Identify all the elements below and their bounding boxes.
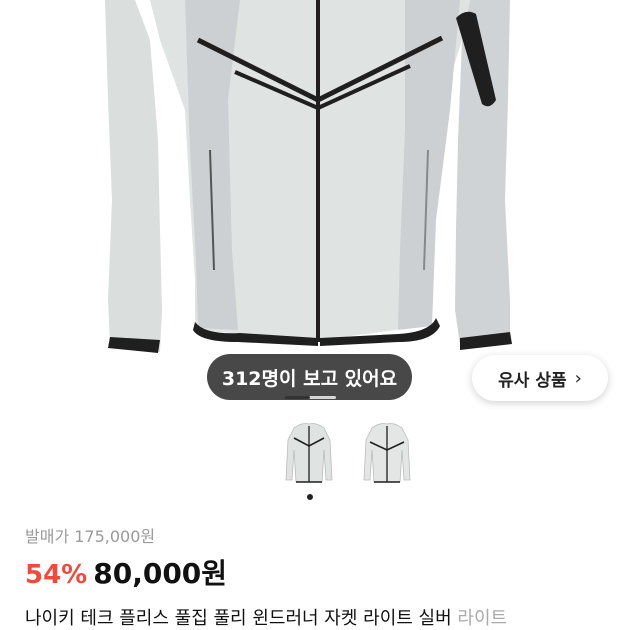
product-title-text: 나이키 테크 플리스 풀집 풀리 윈드러너 자켓 라이트 실버 (25, 608, 452, 629)
jacket-image (105, 0, 512, 353)
thumbnail-jacket-front (285, 423, 333, 483)
image-progress-indicator (284, 396, 336, 399)
product-image-area[interactable]: 312명이 보고 있어요 유사 상품 › (0, 0, 620, 410)
thumbnail-2[interactable] (358, 420, 416, 488)
thumbnail-strip (0, 420, 620, 490)
product-variant: 라이트 (457, 608, 508, 629)
viewer-count-text: 312명이 보고 있어요 (221, 367, 398, 390)
viewer-count-badge: 312명이 보고 있어요 (207, 354, 412, 400)
price-row: 54% 80,000원 (25, 552, 227, 592)
thumbnail-jacket-back (363, 423, 411, 483)
similar-products-label: 유사 상품 (498, 370, 567, 391)
thumbnail-1[interactable] (280, 420, 338, 488)
list-price: 발매가 175,000원 (25, 527, 156, 546)
similar-products-button[interactable]: 유사 상품 › (472, 355, 608, 401)
image-progress-bar (284, 396, 310, 399)
sale-price: 80,000원 (93, 557, 228, 590)
discount-rate: 54% (25, 560, 88, 590)
active-thumbnail-dot (307, 494, 313, 500)
product-title[interactable]: 나이키 테크 플리스 풀집 풀리 윈드러너 자켓 라이트 실버 라이트 (25, 604, 620, 630)
chevron-right-icon: › (574, 367, 582, 389)
